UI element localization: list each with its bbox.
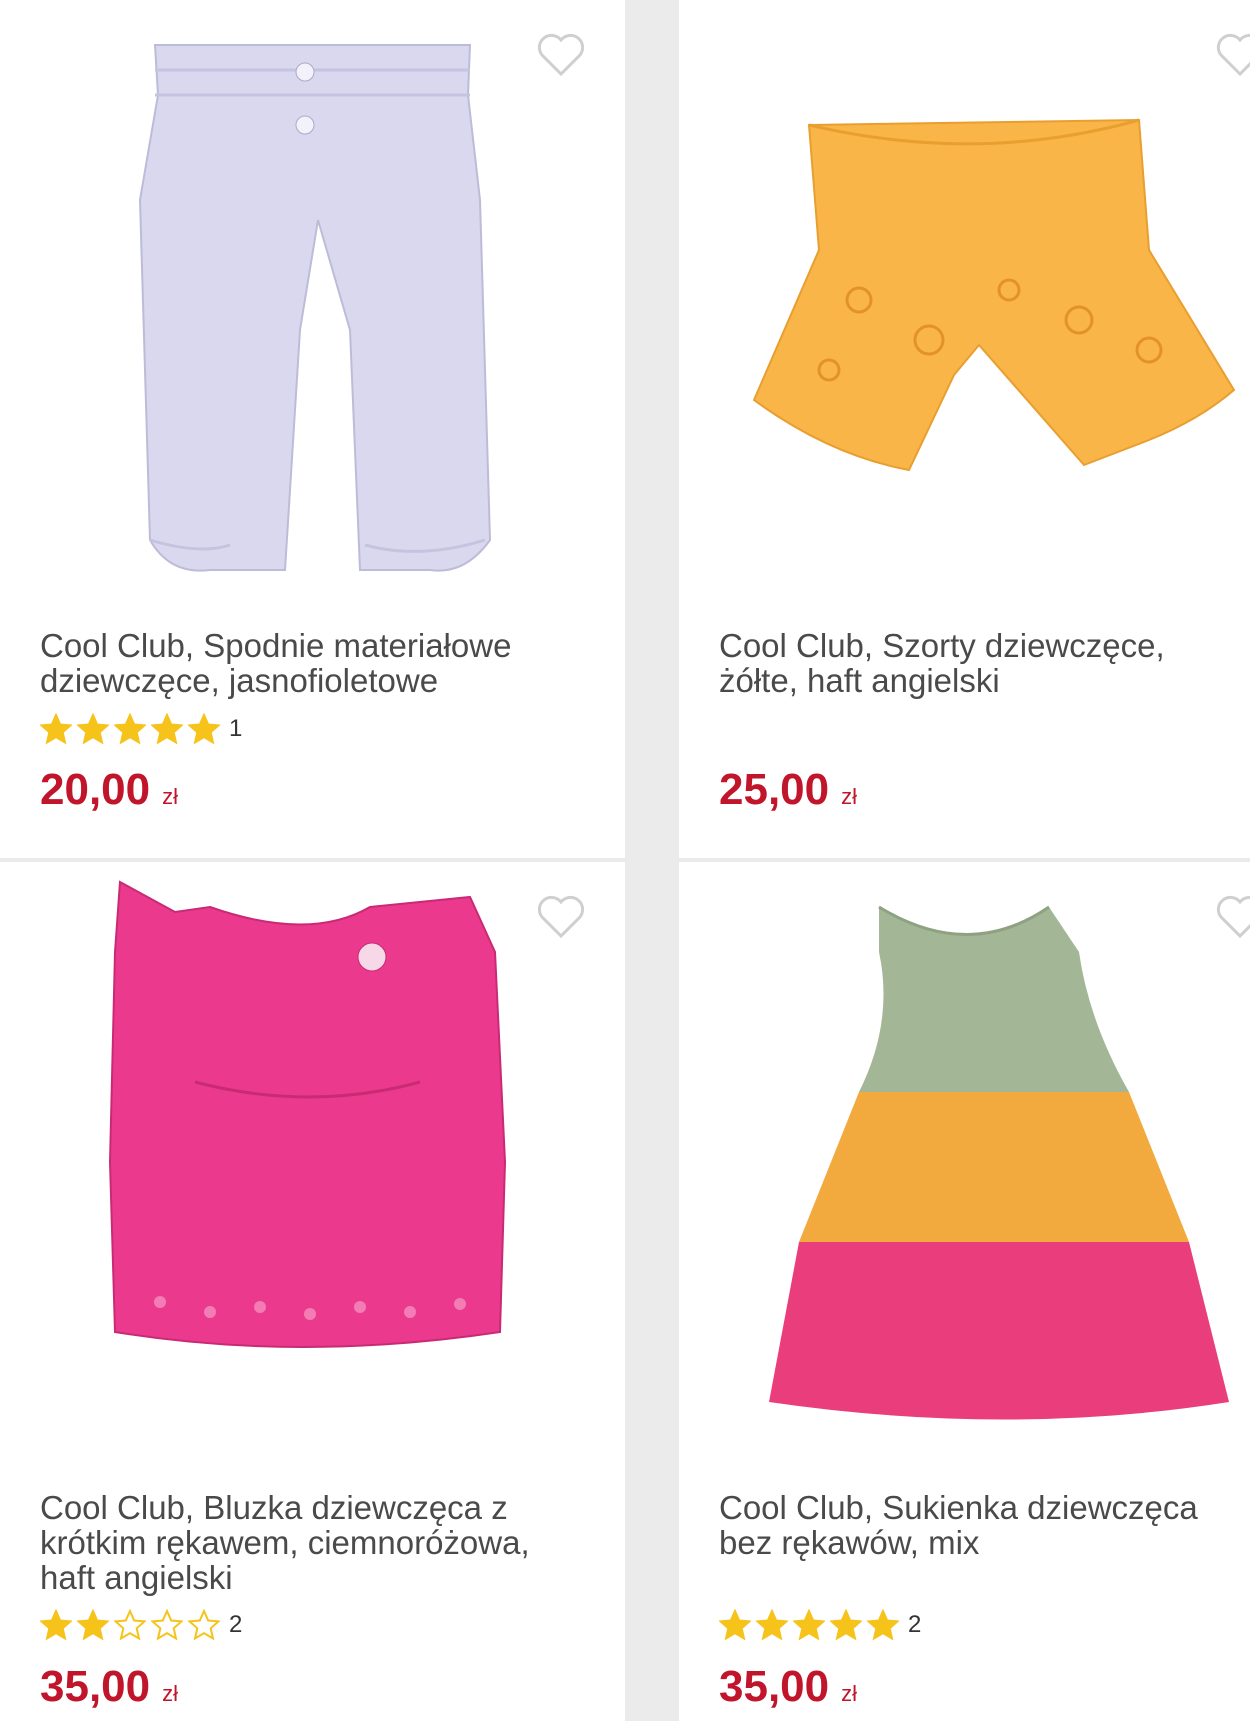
star-filled-icon bbox=[114, 713, 146, 745]
price-amount: 35,00 bbox=[40, 1662, 151, 1711]
favorite-heart-icon[interactable] bbox=[1214, 892, 1250, 940]
star-outline-icon bbox=[151, 1609, 183, 1641]
star-filled-icon bbox=[151, 713, 183, 745]
rating-count: 2 bbox=[908, 1611, 922, 1638]
star-filled-icon bbox=[793, 1609, 825, 1641]
product-card[interactable]: Cool Club, Spodnie materiałowe dziewczęc… bbox=[0, 0, 625, 858]
favorite-heart-icon[interactable] bbox=[535, 30, 587, 78]
product-price: 35,00 zł bbox=[40, 1662, 178, 1712]
price-amount: 20,00 bbox=[40, 765, 151, 814]
product-title[interactable]: Cool Club, Bluzka dziewczęca z krótkim r… bbox=[40, 1490, 585, 1595]
product-rating: 2 bbox=[40, 1608, 242, 1642]
rating-count: 2 bbox=[229, 1611, 243, 1638]
favorite-heart-icon[interactable] bbox=[1214, 30, 1250, 78]
star-filled-icon bbox=[77, 713, 109, 745]
star-filled-icon bbox=[40, 713, 72, 745]
product-rating: 2 bbox=[719, 1608, 921, 1642]
star-filled-icon bbox=[867, 1609, 899, 1641]
product-image[interactable] bbox=[0, 0, 625, 600]
price-currency: zł bbox=[162, 1681, 178, 1706]
star-outline-icon bbox=[114, 1609, 146, 1641]
price-amount: 25,00 bbox=[719, 765, 830, 814]
product-price: 20,00 zł bbox=[40, 765, 178, 815]
price-currency: zł bbox=[841, 1681, 857, 1706]
price-amount: 35,00 bbox=[719, 1662, 830, 1711]
star-filled-icon bbox=[40, 1609, 72, 1641]
product-image[interactable] bbox=[679, 0, 1250, 600]
star-filled-icon bbox=[77, 1609, 109, 1641]
price-currency: zł bbox=[841, 784, 857, 809]
product-card[interactable]: Cool Club, Bluzka dziewczęca z krótkim r… bbox=[0, 862, 625, 1721]
star-filled-icon bbox=[756, 1609, 788, 1641]
star-filled-icon bbox=[830, 1609, 862, 1641]
product-rating: 1 bbox=[40, 712, 242, 746]
product-price: 35,00 zł bbox=[719, 1662, 857, 1712]
star-outline-icon bbox=[188, 1609, 220, 1641]
product-price: 25,00 zł bbox=[719, 765, 857, 815]
product-card[interactable]: Cool Club, Szorty dziewczęce, żółte, haf… bbox=[679, 0, 1250, 858]
favorite-heart-icon[interactable] bbox=[535, 892, 587, 940]
product-title[interactable]: Cool Club, Spodnie materiałowe dziewczęc… bbox=[40, 628, 585, 698]
product-card[interactable]: Cool Club, Sukienka dziewczęca bez rękaw… bbox=[679, 862, 1250, 1721]
product-image[interactable] bbox=[0, 862, 625, 1462]
star-filled-icon bbox=[719, 1609, 751, 1641]
product-title[interactable]: Cool Club, Sukienka dziewczęca bez rękaw… bbox=[719, 1490, 1239, 1560]
rating-count: 1 bbox=[229, 715, 243, 742]
product-title[interactable]: Cool Club, Szorty dziewczęce, żółte, haf… bbox=[719, 628, 1239, 698]
price-currency: zł bbox=[162, 784, 178, 809]
product-image[interactable] bbox=[679, 862, 1250, 1462]
star-filled-icon bbox=[188, 713, 220, 745]
